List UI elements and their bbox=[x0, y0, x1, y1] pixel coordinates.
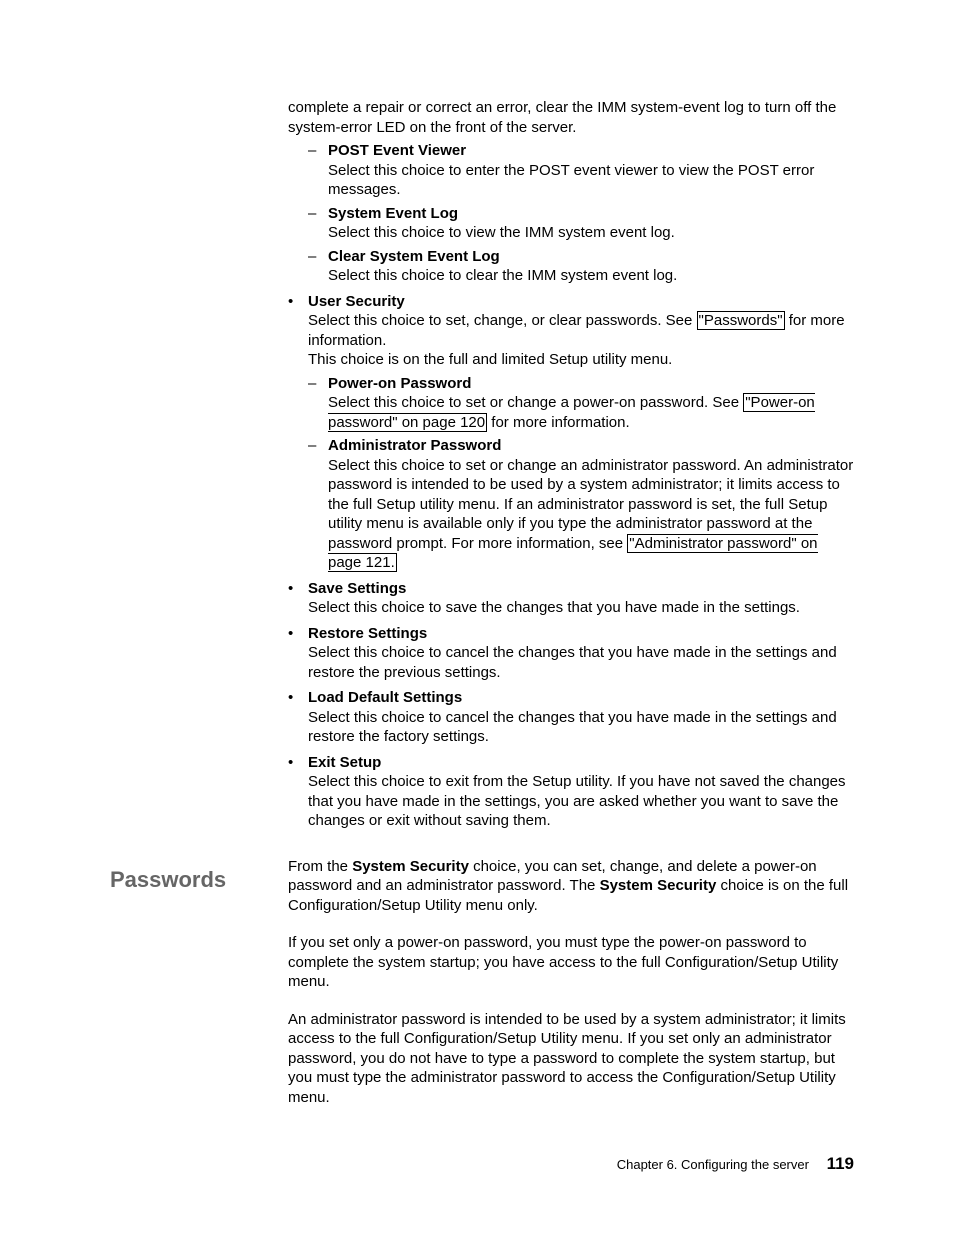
dash-icon: – bbox=[308, 204, 328, 243]
item-title: User Security bbox=[308, 292, 854, 312]
page-footer: Chapter 6. Configuring the server 119 bbox=[617, 1153, 854, 1175]
item-body: Select this choice to set or change an a… bbox=[328, 456, 854, 573]
item-body: Select this choice to save the changes t… bbox=[308, 598, 854, 618]
footer-chapter: Chapter 6. Configuring the server bbox=[617, 1157, 809, 1172]
dash-icon: – bbox=[308, 436, 328, 573]
item-body: Select this choice to cancel the changes… bbox=[308, 708, 854, 747]
list-item: – Clear System Event Log Select this cho… bbox=[308, 247, 854, 286]
dash-icon: – bbox=[308, 141, 328, 200]
bullet-icon: • bbox=[288, 292, 308, 370]
passwords-section: From the System Security choice, you can… bbox=[288, 857, 854, 1108]
passwords-para-1: From the System Security choice, you can… bbox=[288, 857, 854, 916]
item-title: Exit Setup bbox=[308, 753, 854, 773]
footer-page-number: 119 bbox=[827, 1154, 854, 1173]
bullet-icon: • bbox=[288, 579, 308, 618]
item-body: Select this choice to enter the POST eve… bbox=[328, 161, 854, 200]
item-title: Load Default Settings bbox=[308, 688, 854, 708]
passwords-para-2: If you set only a power-on password, you… bbox=[288, 933, 854, 992]
bullet-icon: • bbox=[288, 688, 308, 747]
item-title: System Event Log bbox=[328, 204, 854, 224]
list-item: – Power-on Password Select this choice t… bbox=[308, 374, 854, 433]
item-title: POST Event Viewer bbox=[328, 141, 854, 161]
item-body: This choice is on the full and limited S… bbox=[308, 350, 854, 370]
item-body: Select this choice to clear the IMM syst… bbox=[328, 266, 854, 286]
item-body: Select this choice to set, change, or cl… bbox=[308, 311, 854, 350]
list-item: • Restore Settings Select this choice to… bbox=[288, 624, 854, 683]
item-body: Select this choice to view the IMM syste… bbox=[328, 223, 854, 243]
list-item: • Exit Setup Select this choice to exit … bbox=[288, 753, 854, 831]
item-title: Power-on Password bbox=[328, 374, 854, 394]
link-passwords[interactable]: "Passwords" bbox=[697, 311, 785, 330]
list-item: • User Security Select this choice to se… bbox=[288, 292, 854, 370]
item-title: Save Settings bbox=[308, 579, 854, 599]
section-heading-passwords: Passwords bbox=[110, 866, 226, 895]
item-body: Select this choice to cancel the changes… bbox=[308, 643, 854, 682]
list-item: • Load Default Settings Select this choi… bbox=[288, 688, 854, 747]
intro-paragraph: complete a repair or correct an error, c… bbox=[288, 98, 854, 137]
item-title: Clear System Event Log bbox=[328, 247, 854, 267]
body-content: complete a repair or correct an error, c… bbox=[288, 98, 854, 845]
list-item: – POST Event Viewer Select this choice t… bbox=[308, 141, 854, 200]
bullet-icon: • bbox=[288, 753, 308, 831]
item-title: Restore Settings bbox=[308, 624, 854, 644]
item-body: Select this choice to set or change a po… bbox=[328, 393, 854, 432]
item-body: Select this choice to exit from the Setu… bbox=[308, 772, 854, 831]
bullet-icon: • bbox=[288, 624, 308, 683]
dash-icon: – bbox=[308, 374, 328, 433]
dash-icon: – bbox=[308, 247, 328, 286]
item-title: Administrator Password bbox=[328, 436, 854, 456]
list-item: • Save Settings Select this choice to sa… bbox=[288, 579, 854, 618]
list-item: – System Event Log Select this choice to… bbox=[308, 204, 854, 243]
list-item: – Administrator Password Select this cho… bbox=[308, 436, 854, 573]
passwords-para-3: An administrator password is intended to… bbox=[288, 1010, 854, 1108]
